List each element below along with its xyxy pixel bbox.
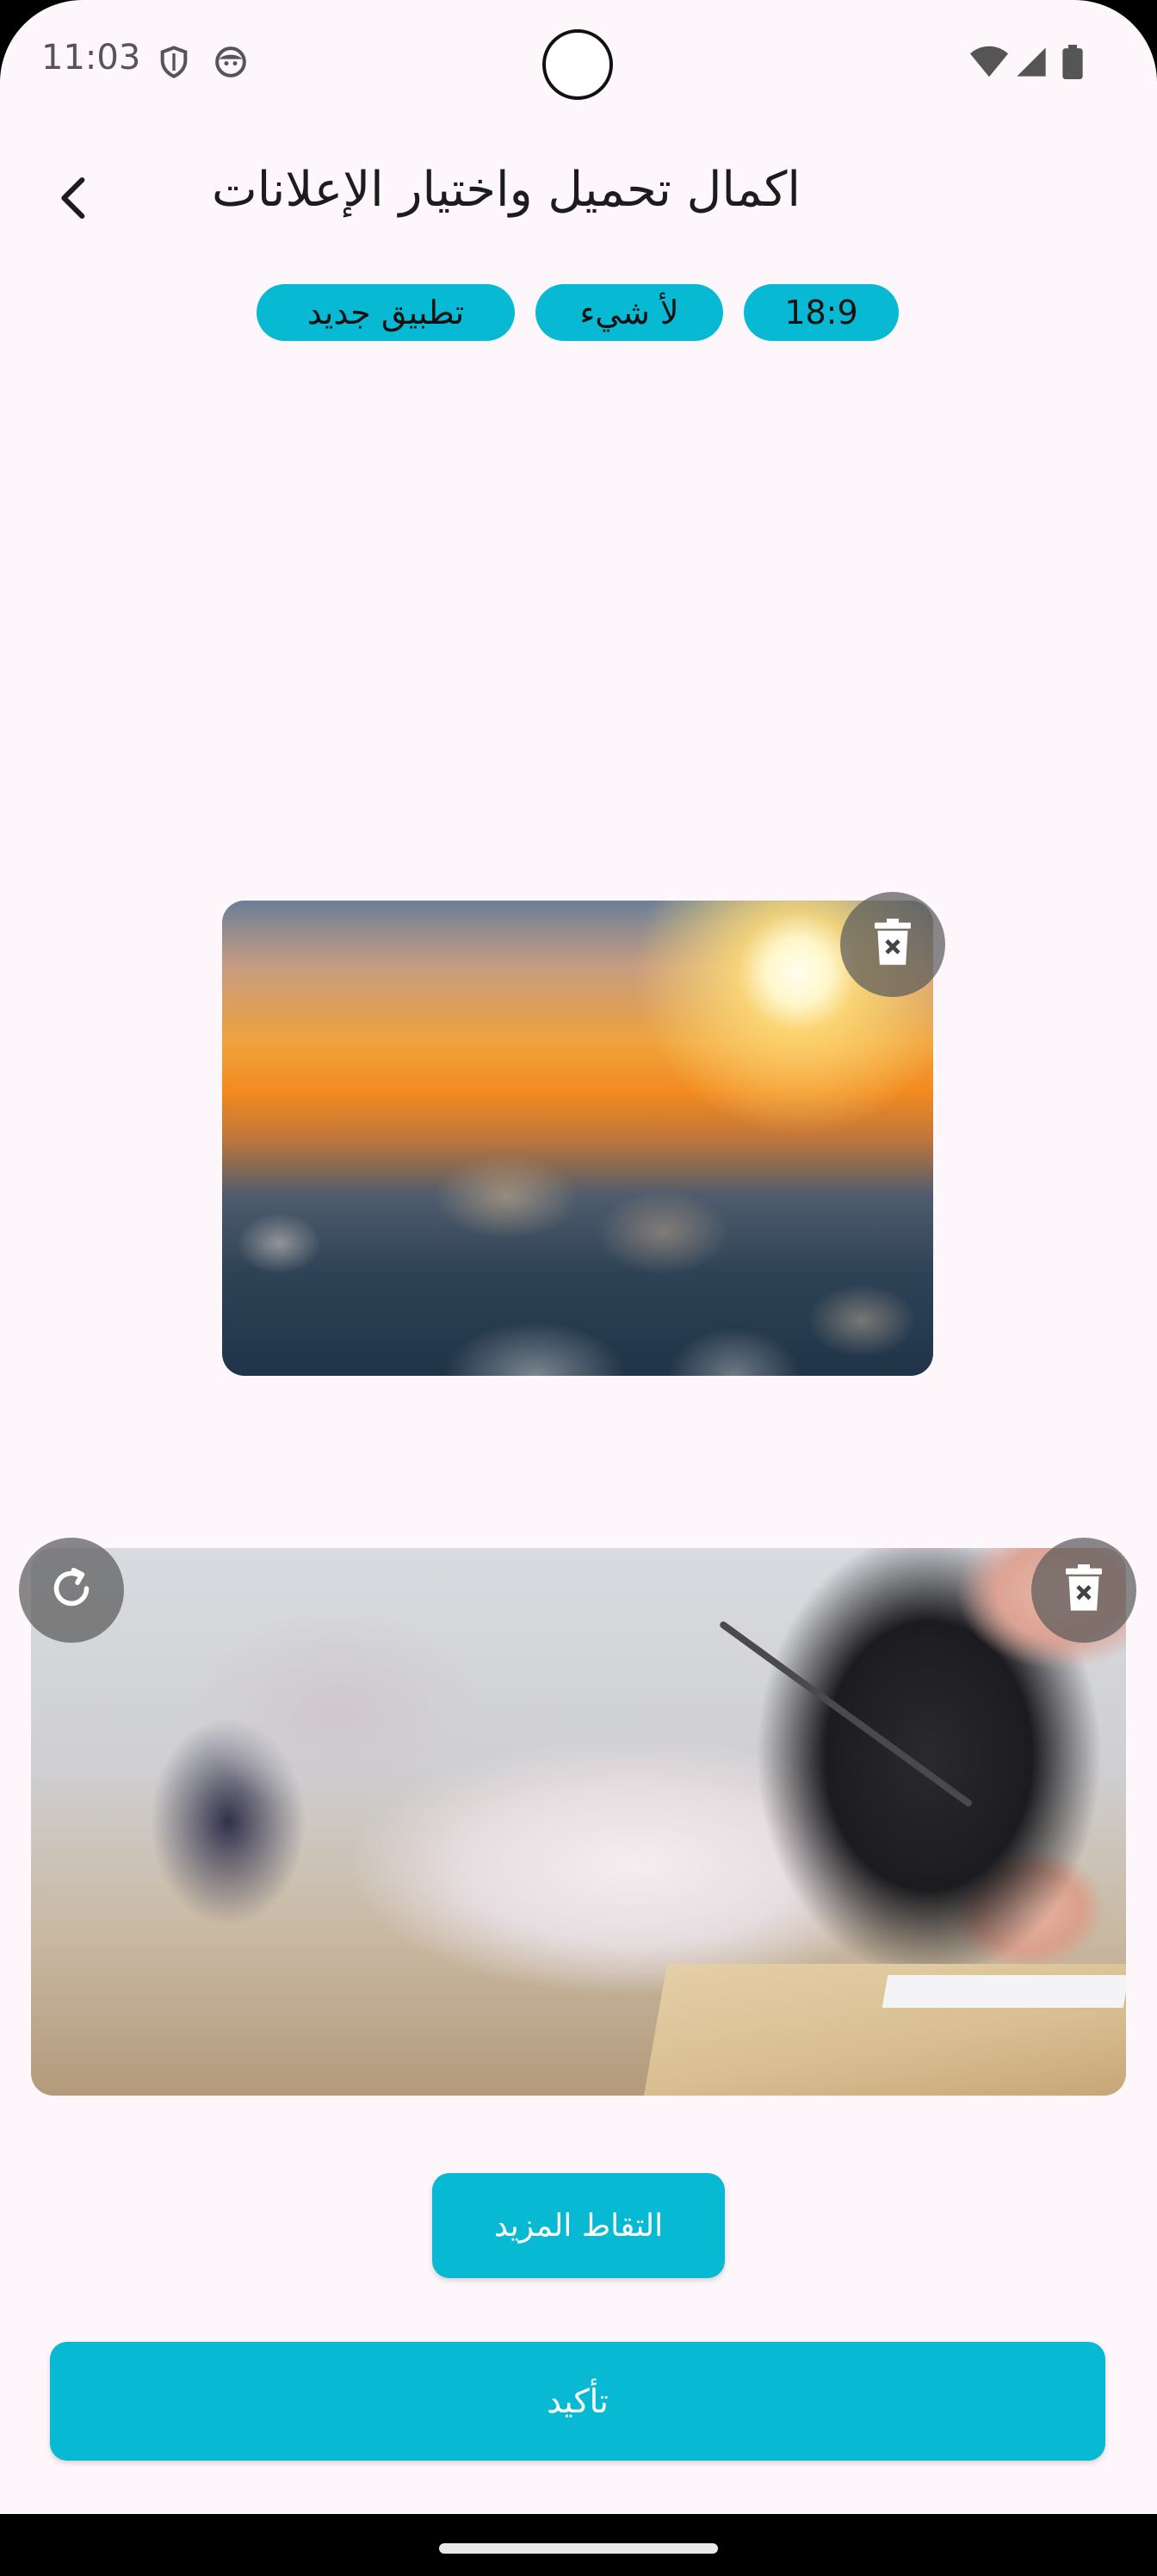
rotate-icon	[46, 1563, 97, 1618]
status-bar: 11:03	[0, 0, 1157, 129]
delete-icon	[1063, 1564, 1104, 1616]
signal-icon	[1014, 45, 1049, 79]
wifi-icon	[969, 45, 1009, 79]
confirm-button[interactable]: تأكيد	[50, 2342, 1105, 2461]
rotate-image-button[interactable]	[19, 1538, 124, 1643]
chip-aspect-ratio[interactable]: 18:9	[744, 284, 899, 341]
pencil	[719, 1619, 974, 1808]
camera-cutout	[542, 29, 613, 100]
face-icon	[213, 45, 248, 79]
screen: 11:03 اكمال تحميل واختيار الإعلانات تطبي…	[0, 0, 1157, 2576]
back-button[interactable]	[38, 164, 110, 236]
shield-icon	[157, 45, 191, 79]
classroom-image[interactable]	[31, 1548, 1126, 2096]
home-indicator[interactable]	[439, 2543, 718, 2554]
sunset-image[interactable]	[222, 901, 933, 1376]
chip-nothing[interactable]: لأ شيء	[535, 284, 723, 341]
navigation-bar	[0, 2514, 1157, 2576]
delete-image-1-button[interactable]	[840, 892, 945, 997]
battery-icon	[1061, 45, 1085, 79]
paper	[882, 1975, 1126, 2009]
status-time: 11:03	[41, 38, 141, 77]
delete-image-2-button[interactable]	[1031, 1538, 1136, 1643]
page-title: اكمال تحميل واختيار الإعلانات	[212, 162, 801, 218]
take-more-button[interactable]: التقاط المزيد	[432, 2173, 725, 2278]
arrow-back-icon	[50, 174, 98, 226]
delete-icon	[872, 919, 913, 970]
chip-new-app[interactable]: تطبيق جديد	[257, 284, 515, 341]
clouds	[222, 1099, 933, 1376]
